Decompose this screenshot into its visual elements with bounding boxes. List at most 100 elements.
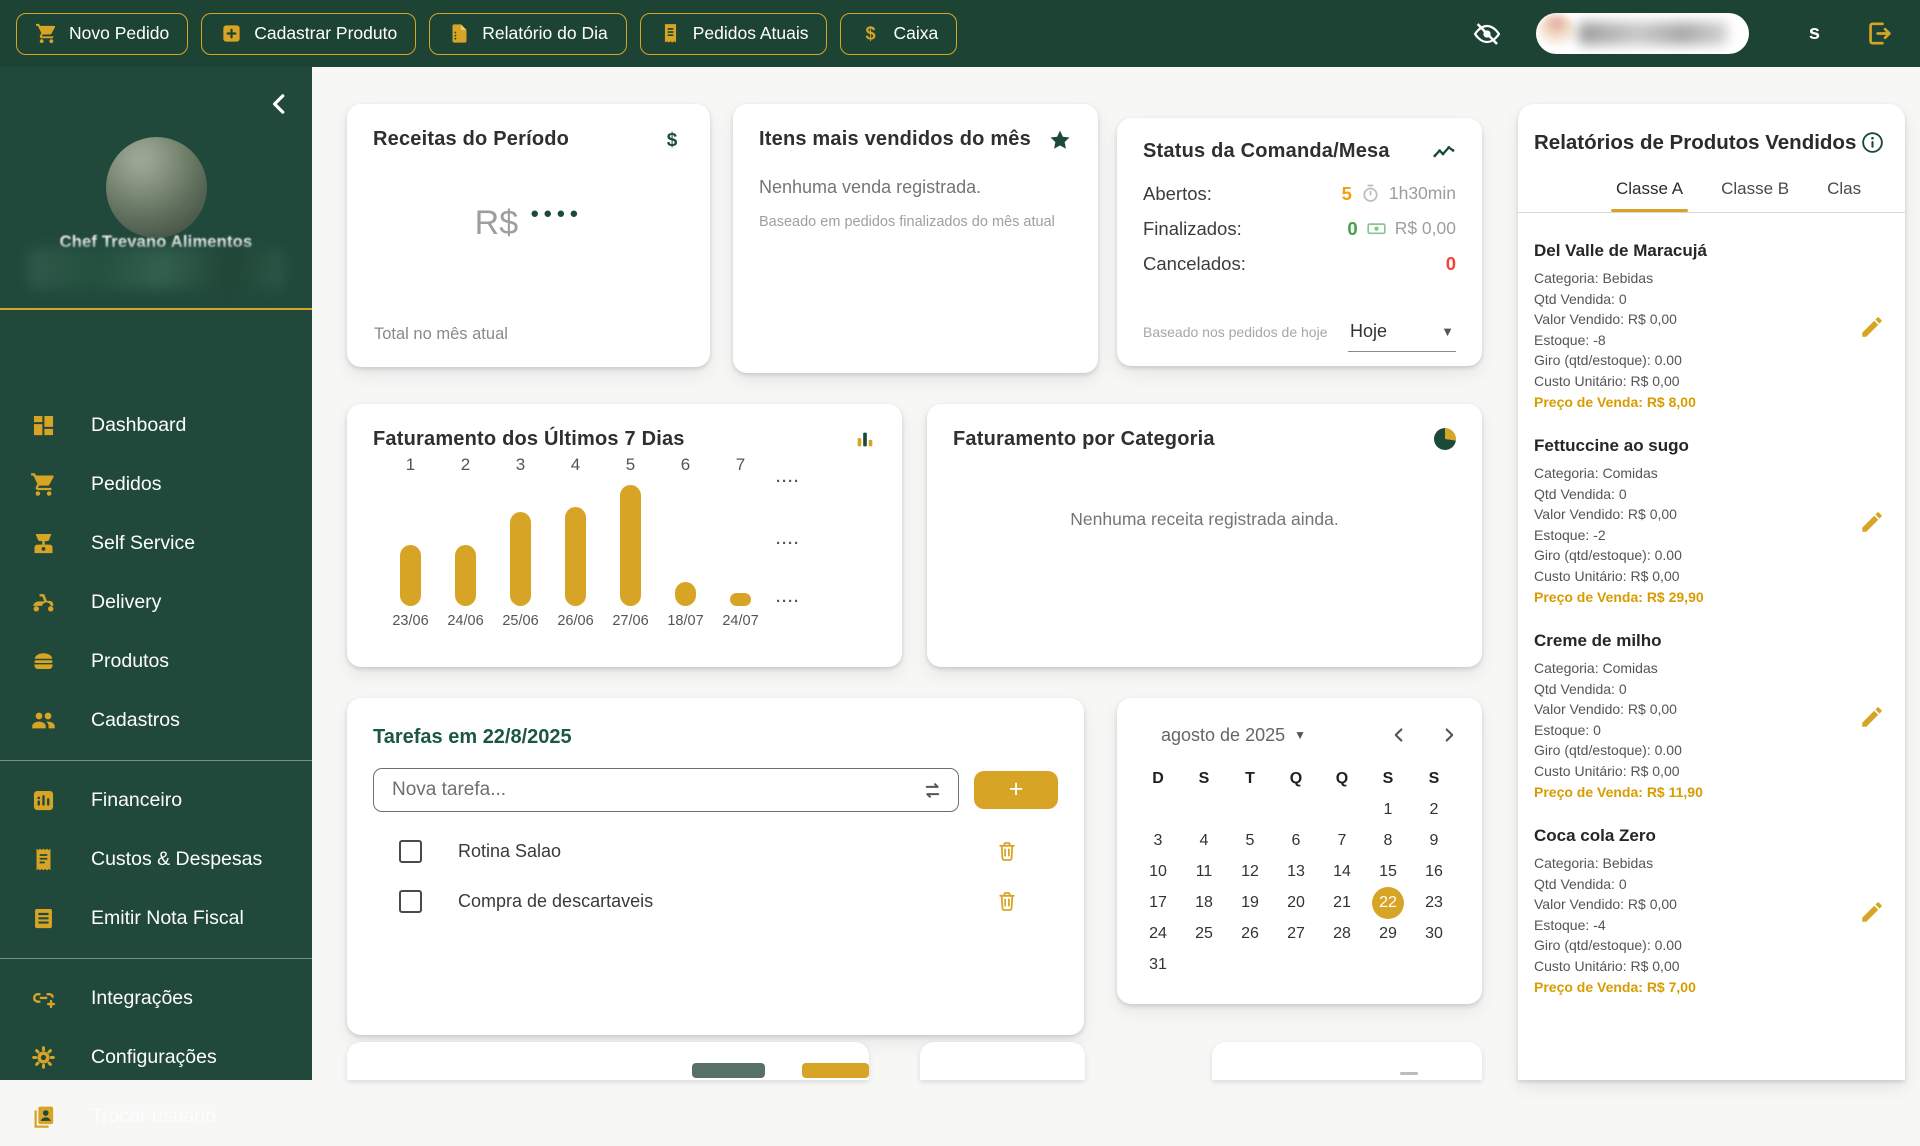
delete-task-button[interactable] — [995, 889, 1019, 913]
hidden-axis-column: ···· ···· ···· — [768, 455, 823, 629]
bar-date-label: 24/07 — [722, 613, 759, 629]
hide-values-button[interactable] — [1472, 19, 1502, 49]
calendar-day[interactable]: 12 — [1227, 863, 1273, 881]
sidebar-collapse-button[interactable] — [264, 89, 294, 119]
tab-clas[interactable]: Clas — [1827, 179, 1861, 212]
calendar-day[interactable]: 31 — [1135, 956, 1181, 974]
sidebar-item-label: Pedidos — [91, 473, 162, 495]
sidebar-item-cadastros[interactable]: Cadastros — [0, 691, 312, 750]
product-name: Del Valle de Maracujá — [1534, 241, 1707, 260]
topbar-button-pedidos-atuais[interactable]: Pedidos Atuais — [639, 12, 828, 55]
sidebar-item-emitir-nota-fiscal[interactable]: Emitir Nota Fiscal — [0, 889, 312, 948]
bar-index-label: 7 — [735, 455, 746, 474]
card-title: Itens mais vendidos do mês — [759, 128, 1031, 150]
calendar-day[interactable]: 22 — [1365, 886, 1411, 919]
sidebar-item-configuracoes[interactable]: Configurações — [0, 1028, 312, 1087]
topbar-button-cadastrar-produto[interactable]: Cadastrar Produto — [201, 12, 417, 55]
calendar-prev-button[interactable] — [1388, 724, 1410, 746]
sidebar-item-integracoes[interactable]: Integrações — [0, 969, 312, 1028]
calendar-day[interactable]: 20 — [1273, 894, 1319, 912]
sidebar-item-pedidos[interactable]: Pedidos — [0, 455, 312, 514]
calendar-day[interactable]: 7 — [1319, 832, 1365, 850]
calendar-day[interactable]: 8 — [1365, 832, 1411, 850]
task-checkbox[interactable] — [399, 889, 422, 913]
sidebar-item-label: Dashboard — [91, 414, 187, 436]
calendar-grid: D S T Q Q S S 1 2 3 4 5 6 7 8 9 10 11 12 13 14 15 16 17 18 19 20 21… — [1135, 763, 1482, 980]
add-box-icon — [220, 22, 243, 45]
calendar-day[interactable]: 23 — [1411, 894, 1457, 912]
product-detail: Giro (qtd/estoque): 0.00 — [1534, 937, 1682, 953]
calendar-day[interactable]: 28 — [1319, 925, 1365, 943]
status-label: Cancelados: — [1143, 252, 1246, 274]
product-name: Fettuccine ao sugo — [1534, 436, 1689, 455]
empty-message: Nenhuma receita registrada ainda. — [1070, 509, 1339, 529]
calendar-day[interactable]: 26 — [1227, 925, 1273, 943]
weekday-label: Q — [1289, 769, 1303, 787]
legend-chip-green — [692, 1063, 765, 1078]
sidebar-item-financeiro[interactable]: Financeiro — [0, 771, 312, 830]
edit-pencil-icon — [1859, 899, 1885, 925]
calendar-day[interactable]: 6 — [1273, 832, 1319, 850]
edit-product-button[interactable] — [1859, 509, 1885, 535]
calendar-day[interactable]: 27 — [1273, 925, 1319, 943]
status-extra: R$ 0,00 — [1394, 218, 1456, 238]
calendar-day[interactable]: 4 — [1181, 832, 1227, 850]
calendar-day[interactable]: 15 — [1365, 863, 1411, 881]
logout-button[interactable] — [1865, 19, 1894, 48]
tab-classe-b[interactable]: Classe B — [1721, 179, 1789, 212]
task-row: Compra de descartaveis — [347, 876, 1084, 926]
edit-product-button[interactable] — [1859, 899, 1885, 925]
edit-pencil-icon — [1859, 314, 1885, 340]
edit-product-button[interactable] — [1859, 704, 1885, 730]
sidebar-item-trocar-usuario[interactable]: Trocar usuário — [0, 1087, 312, 1146]
sidebar-item-self-service[interactable]: Self Service — [0, 514, 312, 573]
topbar-button-relatorio-do-dia[interactable]: Relatório do Dia — [429, 12, 627, 55]
cutoff-card — [920, 1042, 1085, 1080]
calendar-day[interactable]: 29 — [1365, 925, 1411, 943]
calendar-day[interactable]: 24 — [1135, 925, 1181, 943]
sidebar-item-label: Delivery — [91, 591, 162, 613]
topbar-button-novo-pedido[interactable]: Novo Pedido — [16, 12, 189, 55]
calendar-month-select[interactable]: agosto de 2025 ▼ — [1161, 725, 1306, 746]
topbar-button-caixa[interactable]: $ Caixa — [840, 12, 958, 55]
info-button[interactable] — [1860, 130, 1885, 155]
task-list: Rotina Salao Compra de descartaveis — [347, 826, 1084, 926]
calendar-day[interactable]: 19 — [1227, 894, 1273, 912]
period-select[interactable]: Hoje ▼ — [1348, 319, 1456, 352]
sidebar-item-label: Integrações — [91, 987, 193, 1009]
sidebar-item-produtos[interactable]: Produtos — [0, 632, 312, 691]
calendar-day[interactable]: 13 — [1273, 863, 1319, 881]
delete-task-button[interactable] — [995, 839, 1019, 863]
user-account-pill[interactable] — [1535, 13, 1749, 54]
calendar-month-label: agosto de 2025 — [1161, 724, 1286, 745]
add-task-button[interactable]: + — [974, 771, 1058, 809]
new-task-input[interactable] — [390, 778, 920, 802]
bar-date-label: 24/06 — [447, 613, 484, 629]
calendar-day[interactable]: 16 — [1411, 863, 1457, 881]
calendar-day[interactable]: 3 — [1135, 832, 1181, 850]
recurring-task-button[interactable] — [920, 778, 945, 803]
calendar-day[interactable]: 21 — [1319, 894, 1365, 912]
calendar-day[interactable]: 10 — [1135, 863, 1181, 881]
sidebar-item-delivery[interactable]: Delivery — [0, 573, 312, 632]
calendar-day[interactable]: 25 — [1181, 925, 1227, 943]
calendar-day[interactable]: 2 — [1411, 801, 1457, 819]
product-name: Coca cola Zero — [1534, 826, 1656, 845]
button-label: Caixa — [893, 23, 939, 43]
tab-classe-a[interactable]: Classe A — [1610, 179, 1689, 212]
calendar-day[interactable]: 1 — [1365, 801, 1411, 819]
calendar-day[interactable]: 17 — [1135, 894, 1181, 912]
task-checkbox[interactable] — [399, 839, 422, 863]
calendar-day[interactable]: 9 — [1411, 832, 1457, 850]
calendar-day[interactable]: 30 — [1411, 925, 1457, 943]
bar-date-label: 27/06 — [612, 613, 649, 629]
calendar-day[interactable]: 14 — [1319, 863, 1365, 881]
edit-product-button[interactable] — [1859, 314, 1885, 340]
calendar-day[interactable]: 5 — [1227, 832, 1273, 850]
sidebar-item-custos-despesas[interactable]: Custos & Despesas — [0, 830, 312, 889]
hidden-tick: ···· — [776, 535, 800, 552]
calendar-day[interactable]: 11 — [1181, 863, 1227, 881]
sidebar-item-dashboard[interactable]: Dashboard — [0, 396, 312, 455]
calendar-day[interactable]: 18 — [1181, 894, 1227, 912]
calendar-next-button[interactable] — [1438, 724, 1460, 746]
